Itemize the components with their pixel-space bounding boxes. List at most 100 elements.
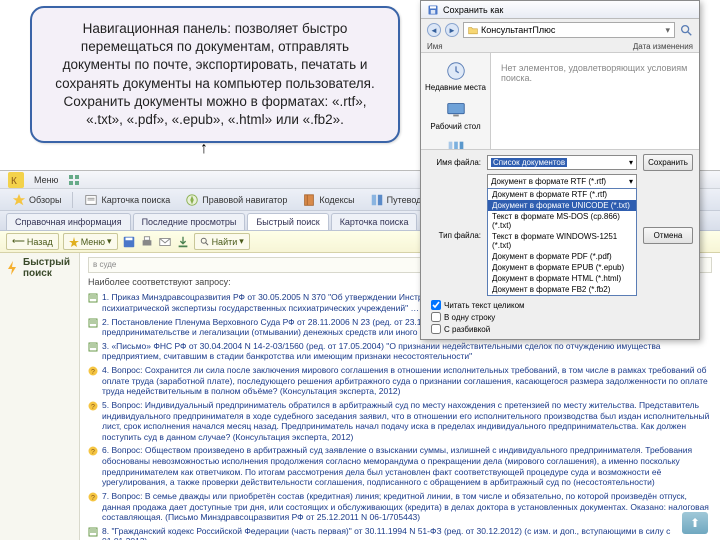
doc-icon (88, 318, 98, 328)
forward-icon[interactable]: ► (445, 23, 459, 37)
result-item[interactable]: ? 6. Вопрос: Обществом произведено в арби… (88, 445, 712, 488)
filetype-option[interactable]: Документ в формате HTML (*.html) (488, 273, 636, 284)
tab-quick-search[interactable]: Быстрый поиск (247, 213, 328, 230)
checkbox[interactable] (431, 312, 441, 322)
chevron-down-icon[interactable]: ▾ (665, 25, 670, 36)
doc-icon (88, 342, 98, 352)
checkbox[interactable] (431, 300, 441, 310)
print-icon[interactable] (140, 235, 154, 249)
result-text: 3. «Письмо» ФНС РФ от 30.04.2004 N 14-2-… (102, 341, 712, 362)
col-date[interactable]: Дата изменения (633, 42, 693, 51)
recent-icon (445, 60, 467, 82)
filename-label: Имя файла: (427, 158, 481, 167)
svg-text:?: ? (91, 449, 95, 456)
folder-icon (468, 25, 478, 35)
svg-text:К: К (11, 176, 17, 187)
place-desktop[interactable]: Рабочий стол (423, 97, 488, 133)
svg-text:?: ? (91, 369, 95, 376)
result-text: 8. "Гражданский кодекс Российской Федера… (102, 526, 712, 540)
tab-card-search[interactable]: Карточка поиска (331, 213, 418, 230)
back-icon: ⟵ (12, 236, 25, 247)
mail-icon[interactable] (158, 235, 172, 249)
card-search-button[interactable]: Карточка поиска (78, 190, 176, 210)
filename-value: Список документов (491, 158, 567, 167)
question-icon: ? (88, 492, 98, 502)
quick-search-label[interactable]: Быстрыйпоиск (4, 257, 75, 279)
filetype-option[interactable]: Документ в формате PDF (*.pdf) (488, 251, 636, 262)
result-text: 6. Вопрос: Обществом произведено в арбит… (102, 445, 712, 488)
export-icon[interactable] (176, 235, 190, 249)
question-icon: ? (88, 366, 98, 376)
path-text: КонсультантПлюс (481, 25, 555, 35)
place-recent[interactable]: Недавние места (423, 58, 488, 94)
save-button[interactable]: Сохранить (643, 154, 693, 171)
file-list[interactable]: Нет элементов, удовлетворяющих условиям … (491, 53, 699, 149)
dialog-titlebar: Сохранить как (421, 1, 699, 19)
filetype-label: Тип файла: (427, 231, 481, 240)
checkbox[interactable] (431, 324, 441, 334)
filename-field[interactable]: Список документов ▾ (487, 155, 637, 170)
chevron-down-icon[interactable]: ▾ (629, 158, 633, 167)
result-item[interactable]: 3. «Письмо» ФНС РФ от 30.04.2004 N 14-2-… (88, 341, 712, 362)
path-field[interactable]: КонсультантПлюс ▾ (463, 22, 675, 38)
codex-button[interactable]: Кодексы (296, 190, 360, 210)
tab-recent[interactable]: Последние просмотры (133, 213, 246, 230)
find-button[interactable]: Найти▾ (194, 233, 250, 250)
lightning-icon (4, 260, 20, 276)
result-item[interactable]: 8. "Гражданский кодекс Российской Федера… (88, 526, 712, 540)
doc-icon (88, 527, 98, 537)
col-name[interactable]: Имя (427, 42, 443, 51)
filetype-field[interactable]: Документ в формате RTF (*.rtf) ▾ (487, 174, 637, 189)
desktop-icon (445, 99, 467, 121)
filetype-dropdown: Документ в формате RTF (*.rtf)Документ в… (487, 188, 637, 296)
chevron-down-icon[interactable]: ▾ (629, 177, 633, 186)
result-text: 5. Вопрос: Индивидуальный предпринимател… (102, 400, 712, 443)
menu-item[interactable]: Меню (34, 175, 58, 185)
save-icon[interactable] (122, 235, 136, 249)
tab-reference[interactable]: Справочная информация (6, 213, 131, 230)
query-text: в суде (93, 260, 116, 269)
filetype-option[interactable]: Текст в формате WINDOWS-1251 (*.txt) (488, 231, 636, 251)
option-single-line[interactable]: В одну строку (427, 311, 693, 323)
star-icon (69, 237, 79, 247)
search-icon[interactable] (679, 23, 693, 37)
grid-icon[interactable] (68, 174, 80, 186)
guides-icon (370, 193, 384, 207)
back-icon[interactable]: ◄ (427, 23, 441, 37)
info-callout: Навигационная панель: позволяет быстро п… (30, 6, 400, 143)
save-as-dialog: Сохранить как ◄ ► КонсультантПлюс ▾ Имя … (420, 0, 700, 340)
result-item[interactable]: ?7. Вопрос: В семье дважды или приобретё… (88, 491, 712, 523)
back-button[interactable]: ⟵Назад (6, 233, 59, 250)
legal-nav-button[interactable]: Правовой навигатор (179, 190, 293, 210)
reviews-button[interactable]: Обзоры (6, 190, 67, 210)
callout-text: Навигационная панель: позволяет быстро п… (55, 21, 374, 127)
nav-menu-button[interactable]: Меню▾ (63, 233, 118, 250)
chevron-down-icon: ▾ (239, 236, 244, 247)
result-item[interactable]: ?4. Вопрос: Сохранится ли сила после зак… (88, 365, 712, 397)
svg-text:?: ? (91, 404, 95, 411)
app-icon: К (8, 172, 24, 188)
compass-icon (185, 193, 199, 207)
scroll-up-button[interactable]: ⬆ (682, 512, 708, 534)
question-icon: ? (88, 401, 98, 411)
book-icon (302, 193, 316, 207)
result-item[interactable]: ? 5. Вопрос: Индивидуальный предпринимате… (88, 400, 712, 443)
dialog-title: Сохранить как (443, 5, 503, 15)
option-read-whole[interactable]: Читать текст целиком (427, 299, 693, 311)
separator (72, 192, 73, 208)
option-split[interactable]: С разбивкой (427, 323, 693, 335)
card-icon (84, 193, 98, 207)
filetype-option[interactable]: Документ в формате UNICODE (*.txt) (488, 200, 636, 211)
filetype-option[interactable]: Документ в формате FB2 (*.fb2) (488, 284, 636, 295)
save-icon (427, 4, 439, 16)
file-list-header: Имя Дата изменения (421, 41, 699, 53)
filetype-option[interactable]: Документ в формате RTF (*.rtf) (488, 189, 636, 200)
dialog-footer: Имя файла: Список документов ▾ Сохранить… (421, 149, 699, 339)
left-sidebar: Быстрыйпоиск (0, 253, 80, 540)
filetype-option[interactable]: Документ в формате EPUB (*.epub) (488, 262, 636, 273)
arrow-up-icon: ⬆ (690, 516, 700, 530)
filetype-option[interactable]: Текст в формате MS-DOS (ср.866) (*.txt) (488, 211, 636, 231)
star-icon (12, 193, 26, 207)
cancel-button[interactable]: Отмена (643, 227, 693, 244)
question-icon: ? (88, 446, 98, 456)
